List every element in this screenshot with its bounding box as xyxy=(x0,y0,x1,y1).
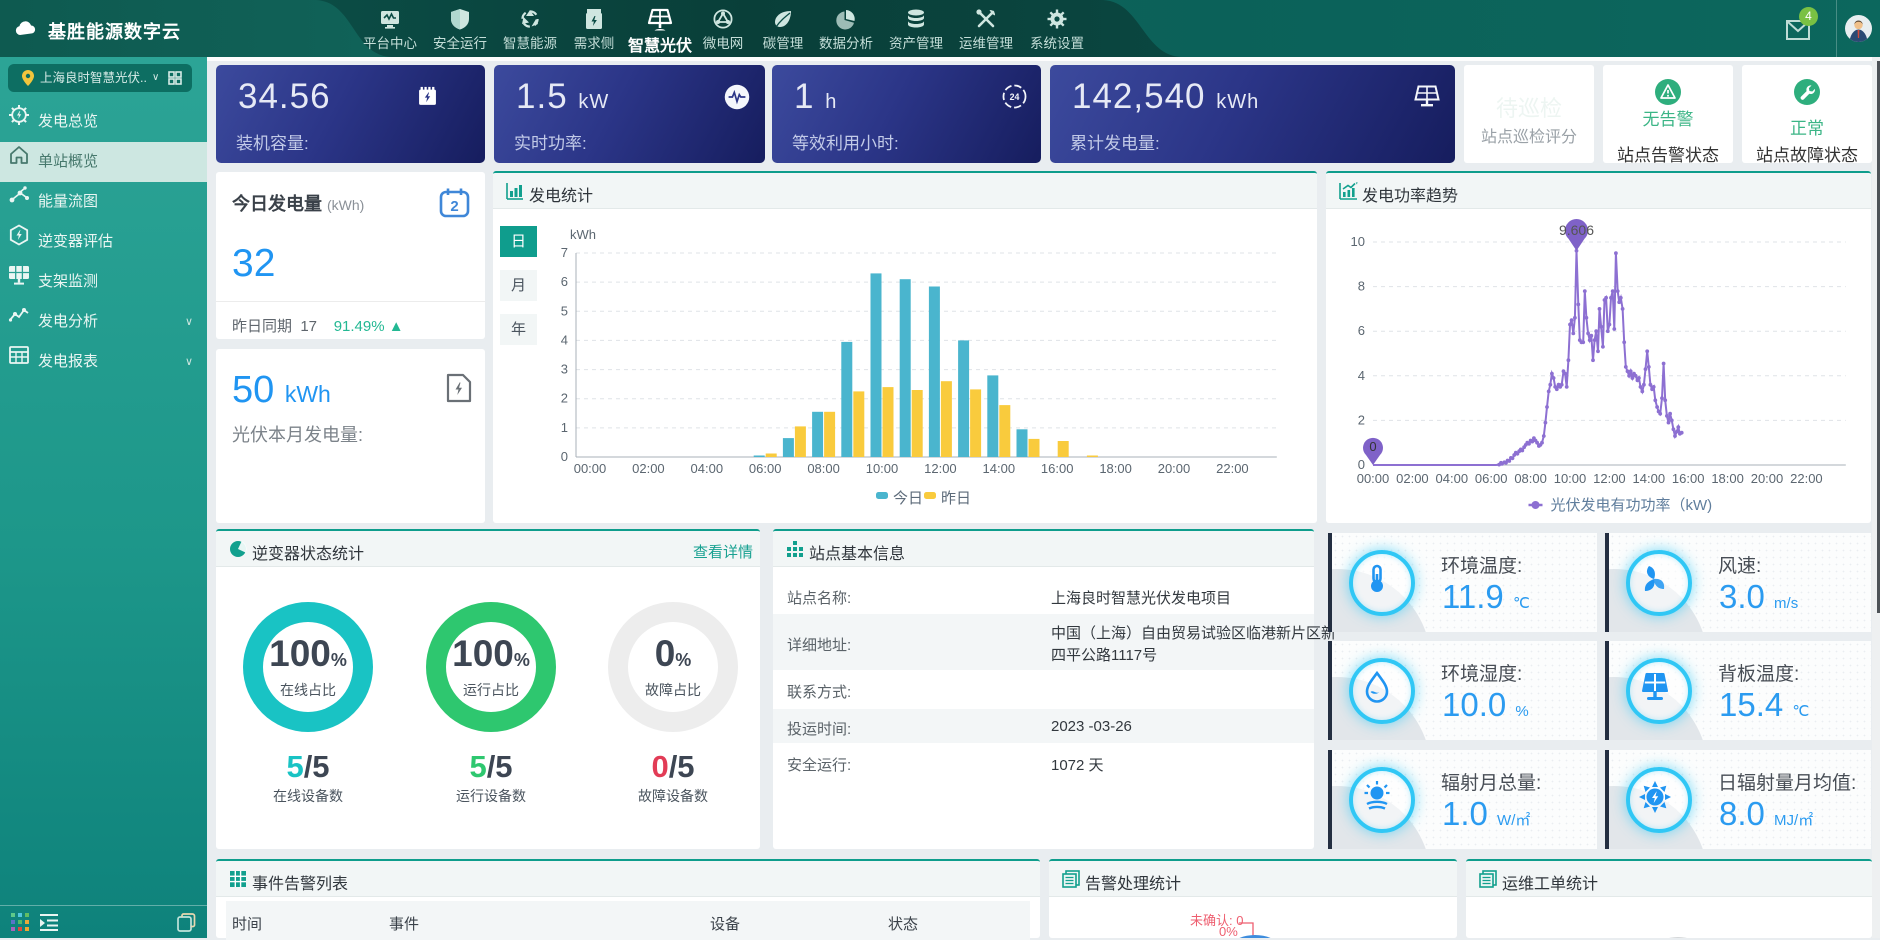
svg-text:2: 2 xyxy=(561,391,568,406)
svg-text:4: 4 xyxy=(561,332,568,347)
svg-text:08:00: 08:00 xyxy=(807,461,840,476)
svg-text:00:00: 00:00 xyxy=(1357,471,1390,486)
svg-text:1: 1 xyxy=(561,420,568,435)
svg-text:04:00: 04:00 xyxy=(691,461,724,476)
svg-text:20:00: 20:00 xyxy=(1158,461,1191,476)
svg-text:0: 0 xyxy=(561,449,568,464)
svg-text:10: 10 xyxy=(1351,234,1365,249)
svg-text:18:00: 18:00 xyxy=(1099,461,1132,476)
svg-text:06:00: 06:00 xyxy=(749,461,782,476)
svg-text:00:00: 00:00 xyxy=(574,461,607,476)
svg-text:10:00: 10:00 xyxy=(1554,471,1587,486)
svg-text:今日: 今日 xyxy=(893,490,923,507)
svg-text:4: 4 xyxy=(1358,368,1365,383)
svg-text:3: 3 xyxy=(561,362,568,377)
svg-text:9.606: 9.606 xyxy=(1559,222,1594,238)
svg-text:光伏发电有功功率（kW): 光伏发电有功功率（kW) xyxy=(1551,497,1713,514)
svg-text:06:00: 06:00 xyxy=(1475,471,1508,486)
svg-text:2: 2 xyxy=(1358,412,1365,427)
svg-text:kWh: kWh xyxy=(570,227,596,242)
svg-text:20:00: 20:00 xyxy=(1751,471,1784,486)
svg-text:16:00: 16:00 xyxy=(1041,461,1074,476)
svg-text:6: 6 xyxy=(1358,323,1365,338)
svg-text:18:00: 18:00 xyxy=(1711,471,1744,486)
svg-text:22:00: 22:00 xyxy=(1790,471,1823,486)
svg-text:12:00: 12:00 xyxy=(1593,471,1626,486)
svg-text:昨日: 昨日 xyxy=(941,490,971,507)
svg-text:24: 24 xyxy=(1010,92,1020,102)
svg-text:14:00: 14:00 xyxy=(983,461,1016,476)
svg-text:08:00: 08:00 xyxy=(1514,471,1547,486)
svg-text:2: 2 xyxy=(450,198,458,215)
svg-text:02:00: 02:00 xyxy=(1396,471,1429,486)
svg-text:7: 7 xyxy=(561,245,568,260)
svg-text:10:00: 10:00 xyxy=(866,461,899,476)
svg-text:5: 5 xyxy=(561,303,568,318)
svg-text:0: 0 xyxy=(1358,457,1365,472)
svg-text:02:00: 02:00 xyxy=(632,461,665,476)
svg-text:16:00: 16:00 xyxy=(1672,471,1705,486)
svg-text:8: 8 xyxy=(1358,279,1365,294)
svg-text:12:00: 12:00 xyxy=(924,461,957,476)
svg-text:0: 0 xyxy=(1369,439,1376,454)
svg-text:6: 6 xyxy=(561,274,568,289)
svg-text:04:00: 04:00 xyxy=(1436,471,1469,486)
svg-text:14:00: 14:00 xyxy=(1633,471,1666,486)
svg-text:22:00: 22:00 xyxy=(1216,461,1249,476)
